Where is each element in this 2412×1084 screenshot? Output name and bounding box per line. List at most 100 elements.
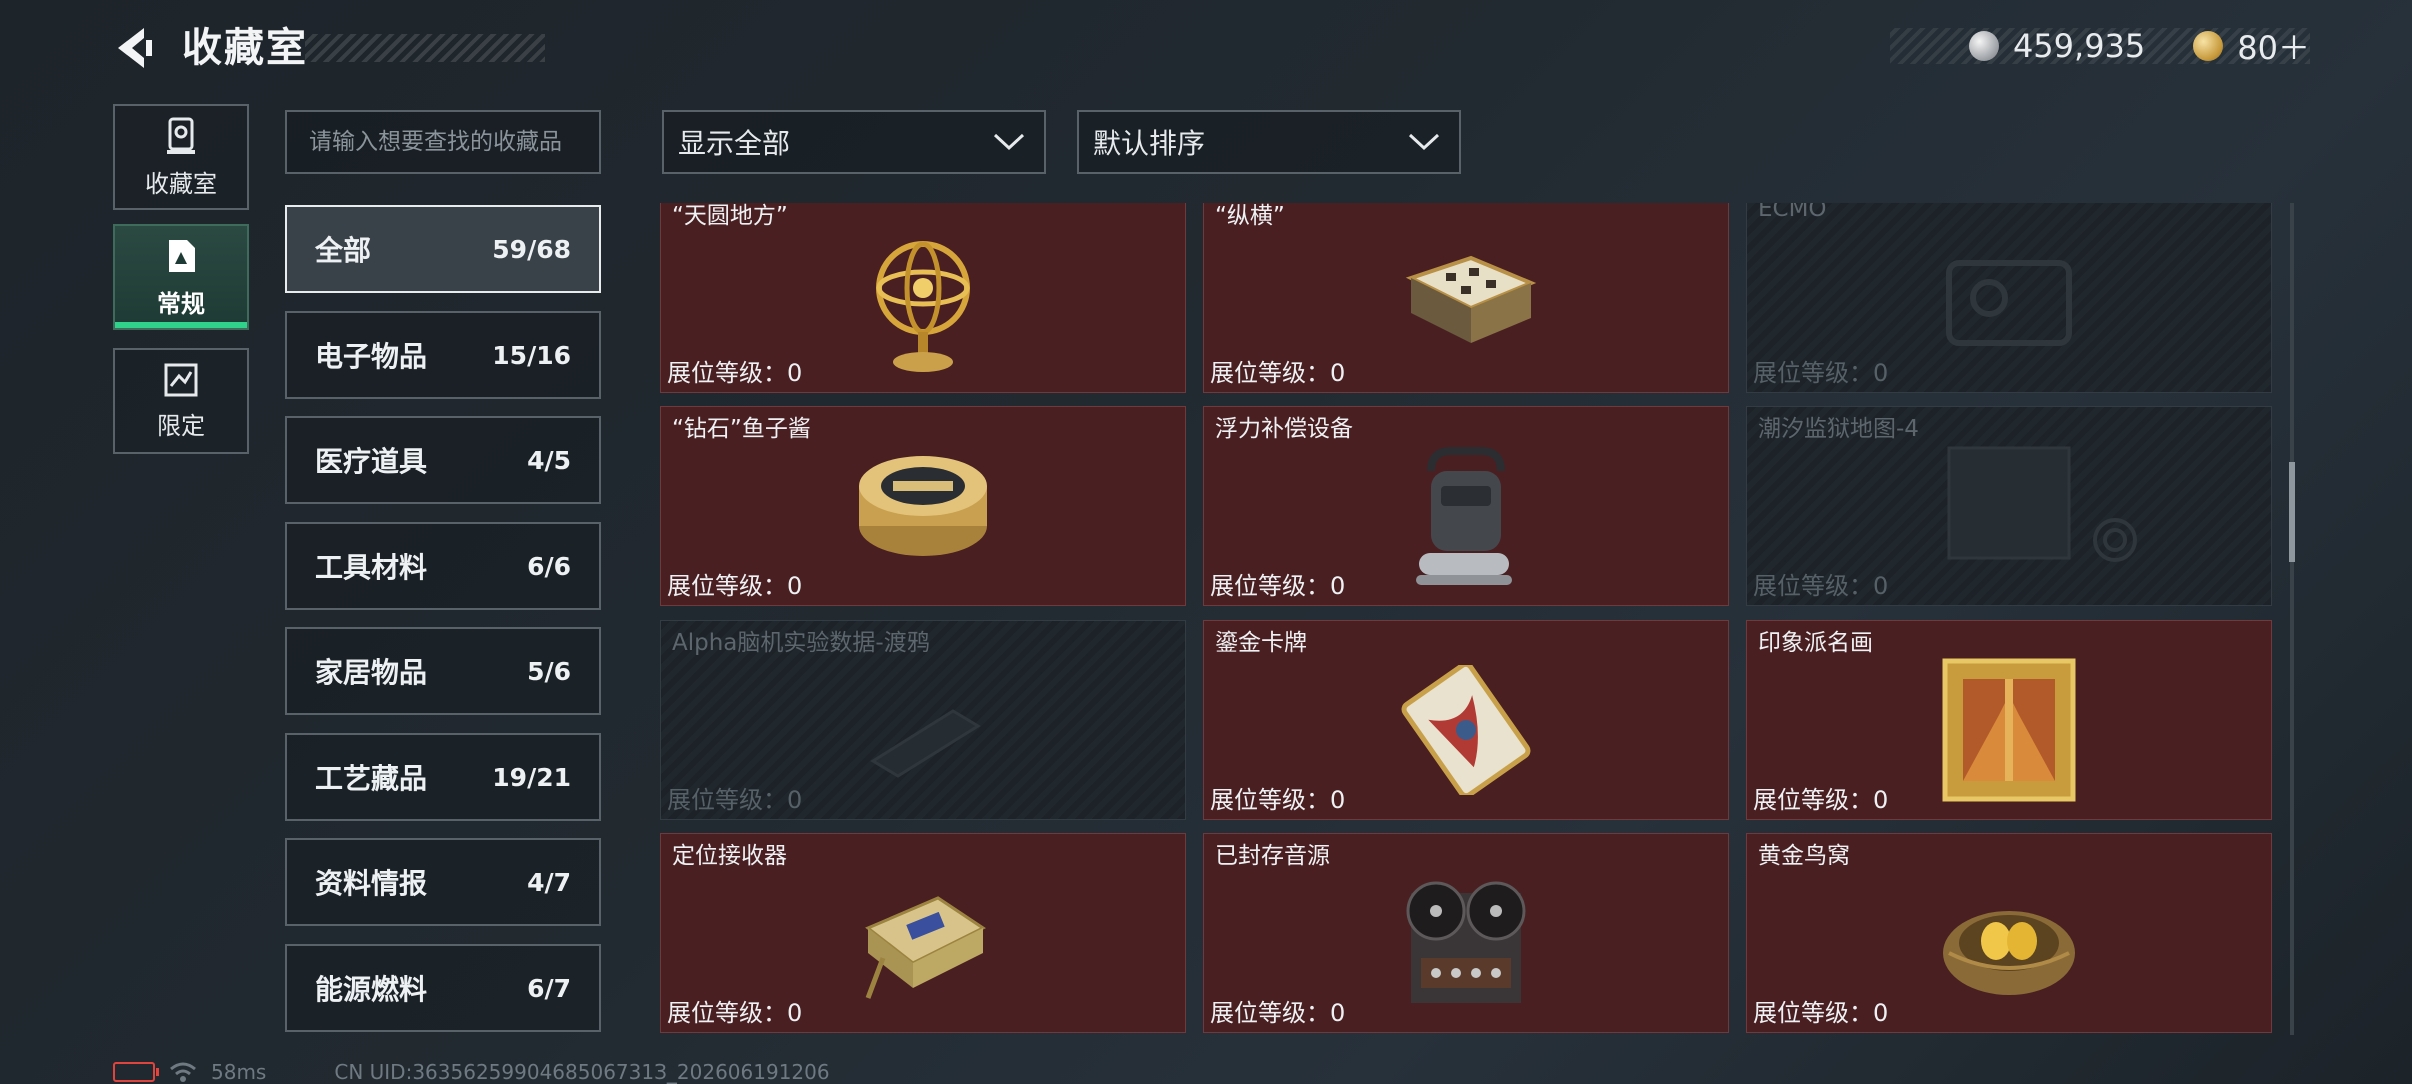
ecmo-machine-icon <box>1946 259 2072 346</box>
display-level: 展位等级：0 <box>1210 786 1346 814</box>
display-level: 展位等级：0 <box>1753 572 1889 600</box>
armillary-sphere-icon <box>876 240 970 372</box>
collection-card[interactable]: 已封存音源 展位等级：0 <box>1203 833 1729 1033</box>
display-level: 展位等级：0 <box>1753 999 1889 1027</box>
category-name: 医疗道具 <box>315 445 428 478</box>
category-tools[interactable]: 工具材料 6/6 <box>285 522 601 610</box>
rail-regular[interactable]: 常规 <box>113 224 249 330</box>
category-count: 4/5 <box>527 445 571 475</box>
item-name: 印象派名画 <box>1758 630 1873 656</box>
chevron-down-icon <box>993 133 1025 151</box>
sort-dropdown[interactable]: 默认排序 <box>1077 110 1461 174</box>
category-count: 5/6 <box>527 656 571 686</box>
gold-coin-icon <box>2193 31 2224 61</box>
display-level: 展位等级：0 <box>667 359 803 387</box>
status-footer: 58ms CN UID:3635625990468506731З_2026061… <box>113 1060 830 1084</box>
caviar-tin-icon <box>859 456 987 556</box>
battery-icon <box>113 1062 159 1082</box>
regular-icon <box>169 239 195 272</box>
category-count: 19/21 <box>492 762 571 792</box>
search-input[interactable] <box>285 110 601 174</box>
display-level: 展位等级：0 <box>1753 786 1889 814</box>
back-button[interactable] <box>108 22 156 74</box>
sort-value: 默认排序 <box>1093 127 1206 160</box>
category-name: 工具材料 <box>315 551 428 584</box>
display-level: 展位等级：0 <box>1753 359 1889 387</box>
category-name: 资料情报 <box>315 867 428 900</box>
category-fuel[interactable]: 能源燃料 6/7 <box>285 944 601 1032</box>
gps-receiver-icon <box>865 896 986 999</box>
wifi-icon <box>170 1062 196 1082</box>
category-name: 家居物品 <box>315 656 428 689</box>
category-name: 能源燃料 <box>315 973 428 1006</box>
collection-card[interactable]: 黄金鸟窝 展位等级：0 <box>1746 833 2272 1033</box>
category-count: 15/16 <box>492 340 571 370</box>
collection-grid[interactable]: “天圆地方” 展位等级：0 “纵横” 展位等级：0 ECMO 展位等级：0 “钻 <box>660 203 2272 1035</box>
category-medical[interactable]: 医疗道具 4/5 <box>285 416 601 504</box>
golden-nest-icon <box>1943 910 2075 995</box>
item-name: “天圆地方” <box>672 203 788 229</box>
collection-card[interactable]: 印象派名画 展位等级：0 <box>1746 620 2272 820</box>
active-indicator <box>115 322 247 328</box>
collection-card-locked[interactable]: Alpha脑机实验数据-渡鸦 展位等级：0 <box>660 620 1186 820</box>
category-household[interactable]: 家居物品 5/6 <box>285 627 601 715</box>
display-level: 展位等级：0 <box>1210 999 1346 1027</box>
collection-room-icon <box>167 117 195 154</box>
chess-box-icon <box>1405 255 1537 343</box>
grid-scrollbar-track[interactable] <box>2290 203 2294 1035</box>
category-count: 6/7 <box>527 973 571 1003</box>
gold-currency-value[interactable]: 80＋ <box>2237 23 2310 69</box>
display-level: 展位等级：0 <box>1210 572 1346 600</box>
collection-card[interactable]: “钻石”鱼子酱 展位等级：0 <box>660 406 1186 606</box>
category-name: 电子物品 <box>315 340 428 373</box>
item-name: ECMO <box>1758 203 1827 222</box>
user-uid: CN UID:3635625990468506731З_202606191206 <box>334 1060 830 1084</box>
rail-label: 常规 <box>157 289 205 318</box>
display-filter-value: 显示全部 <box>678 127 791 160</box>
limited-icon <box>164 363 198 396</box>
collection-card-locked[interactable]: ECMO 展位等级：0 <box>1746 203 2272 393</box>
buoyancy-device-icon <box>1416 446 1512 585</box>
category-crafts[interactable]: 工艺藏品 19/21 <box>285 733 601 821</box>
category-all[interactable]: 全部 59/68 <box>285 205 601 293</box>
silver-currency-value: 459,935 <box>2012 27 2146 65</box>
item-name: 黄金鸟窝 <box>1758 843 1850 869</box>
display-level: 展位等级：0 <box>1210 359 1346 387</box>
display-level: 展位等级：0 <box>667 572 803 600</box>
map-icon <box>1947 446 2137 562</box>
rail-collection-room[interactable]: 收藏室 <box>113 104 249 210</box>
data-drive-icon <box>870 709 981 778</box>
grid-scrollbar-thumb[interactable] <box>2289 462 2295 562</box>
rail-limited[interactable]: 限定 <box>113 348 249 454</box>
item-name: 已封存音源 <box>1215 843 1330 869</box>
category-count: 4/7 <box>527 867 571 897</box>
display-level: 展位等级：0 <box>667 999 803 1027</box>
display-filter-dropdown[interactable]: 显示全部 <box>662 110 1046 174</box>
item-name: 鎏金卡牌 <box>1215 630 1307 656</box>
category-name: 全部 <box>315 234 372 267</box>
category-name: 工艺藏品 <box>315 762 428 795</box>
item-name: “纵横” <box>1215 203 1285 229</box>
collection-card[interactable]: “天圆地方” 展位等级：0 <box>660 203 1186 393</box>
collection-card-locked[interactable]: 潮汐监狱地图-4 展位等级：0 <box>1746 406 2272 606</box>
category-count: 59/68 <box>492 234 571 264</box>
rail-label: 限定 <box>157 411 205 440</box>
currency-bar: 459,935 80＋ <box>1890 27 2310 67</box>
reel-recorder-icon <box>1406 881 1526 1003</box>
collection-card[interactable]: “纵横” 展位等级：0 <box>1203 203 1729 393</box>
framed-painting-icon <box>1942 658 2076 802</box>
category-electronics[interactable]: 电子物品 15/16 <box>285 311 601 399</box>
category-intel[interactable]: 资料情报 4/7 <box>285 838 601 926</box>
category-count: 6/6 <box>527 551 571 581</box>
ping-value: 58ms <box>211 1060 267 1084</box>
collection-card[interactable]: 浮力补偿设备 展位等级：0 <box>1203 406 1729 606</box>
collection-card[interactable]: 鎏金卡牌 展位等级：0 <box>1203 620 1729 820</box>
back-arrow-icon <box>118 28 152 68</box>
silver-coin-icon <box>1968 31 1999 61</box>
item-name: Alpha脑机实验数据-渡鸦 <box>672 630 930 656</box>
item-name: 浮力补偿设备 <box>1215 416 1353 442</box>
item-name: 定位接收器 <box>672 843 787 869</box>
gilded-card-icon <box>1401 664 1531 795</box>
rail-label: 收藏室 <box>145 169 217 198</box>
collection-card[interactable]: 定位接收器 展位等级：0 <box>660 833 1186 1033</box>
